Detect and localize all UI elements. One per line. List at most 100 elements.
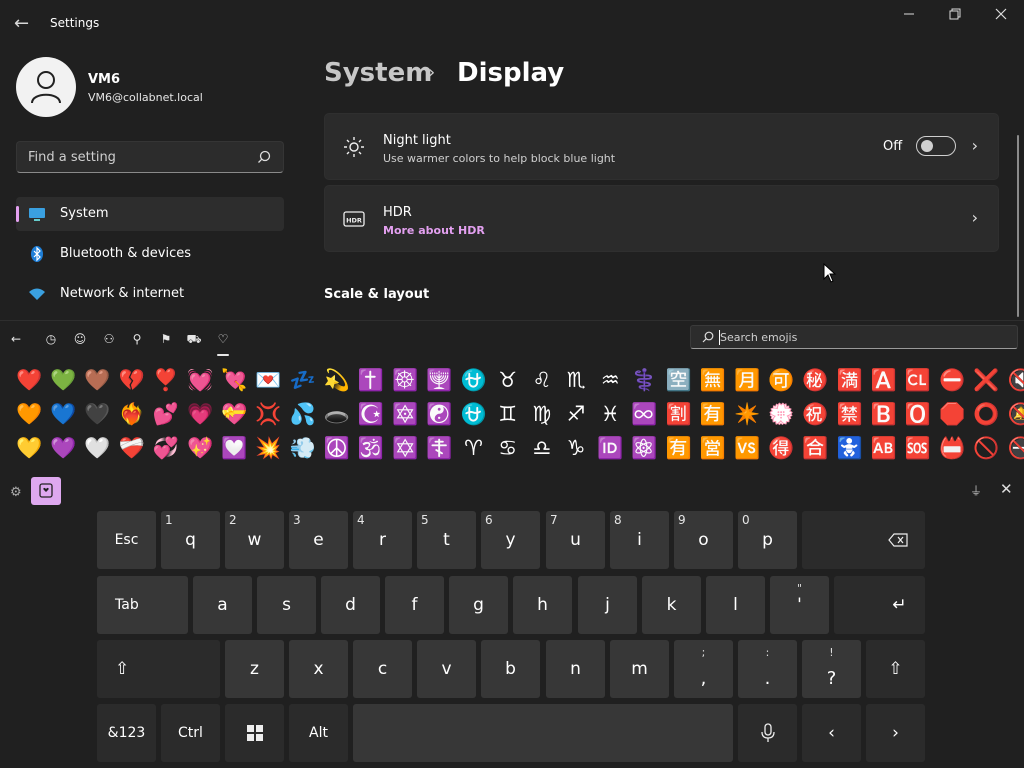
emoji-item[interactable]: 🖤 xyxy=(80,399,114,429)
smiley-icon[interactable]: ☺ xyxy=(71,330,89,348)
emoji-item[interactable]: 💓 xyxy=(183,365,217,395)
minimize-button[interactable] xyxy=(886,6,932,26)
night-light-card[interactable]: Night light Use warmer colors to help bl… xyxy=(324,113,999,180)
key-shift-right[interactable]: ⇧ xyxy=(866,640,925,698)
emoji-item[interactable]: ⚛️ xyxy=(627,433,661,463)
emoji-item[interactable]: 🔇 xyxy=(1003,365,1024,395)
emoji-item[interactable]: ♒ xyxy=(593,365,627,395)
emoji-item[interactable]: ♊ xyxy=(491,399,525,429)
emoji-item[interactable]: ♓ xyxy=(593,399,627,429)
emoji-item[interactable]: ㊙️ xyxy=(798,365,832,395)
avatar[interactable] xyxy=(16,57,76,117)
emoji-item[interactable]: 🚫 xyxy=(969,433,1003,463)
key-microphone[interactable] xyxy=(738,704,797,762)
emoji-item[interactable]: 🔕 xyxy=(1003,399,1024,429)
emoji-item[interactable]: 💘 xyxy=(217,365,251,395)
emoji-item[interactable]: 🈹 xyxy=(662,399,696,429)
key-shift-left[interactable]: ⇧ xyxy=(97,640,220,698)
emoji-item[interactable]: ⚕️ xyxy=(627,365,661,395)
key-tab[interactable]: Tab xyxy=(97,576,188,634)
key-t[interactable]: 5t xyxy=(417,511,476,569)
key-k[interactable]: k xyxy=(642,576,701,634)
key-p[interactable]: 0p xyxy=(738,511,797,569)
key-right[interactable]: › xyxy=(866,704,925,762)
emoji-item[interactable]: 💕 xyxy=(149,399,183,429)
sidebar-item-bluetooth[interactable]: Bluetooth & devices xyxy=(16,237,284,271)
food-icon[interactable]: ⚑ xyxy=(157,330,175,348)
key-backspace[interactable] xyxy=(802,511,925,569)
key-d[interactable]: d xyxy=(321,576,380,634)
emoji-item[interactable]: 🔯 xyxy=(388,399,422,429)
key-comma[interactable]: ;, xyxy=(674,640,733,698)
emoji-item[interactable]: 💟 xyxy=(217,433,251,463)
emoji-item[interactable]: ⛔ xyxy=(935,365,969,395)
scrollbar[interactable] xyxy=(1017,135,1019,317)
emoji-item[interactable]: 🈴 xyxy=(798,433,832,463)
find-setting-input[interactable]: Find a setting xyxy=(16,141,284,173)
settings-gear-icon[interactable]: ⚙ xyxy=(10,485,22,500)
emoji-item[interactable]: ☯️ xyxy=(422,399,456,429)
recent-icon[interactable]: ◷ xyxy=(42,330,60,348)
people-icon[interactable]: ⚇ xyxy=(100,330,118,348)
key-symbols[interactable]: &123 xyxy=(97,704,156,762)
emoji-item[interactable]: ✝️ xyxy=(354,365,388,395)
key-m[interactable]: m xyxy=(610,640,669,698)
sidebar-item-system[interactable]: System xyxy=(16,197,284,231)
emoji-item[interactable]: 🕎 xyxy=(422,365,456,395)
emoji-item[interactable]: ☪️ xyxy=(354,399,388,429)
celebration-icon[interactable]: ⚲ xyxy=(128,330,146,348)
emoji-item[interactable]: 🧡 xyxy=(12,399,46,429)
emoji-item[interactable]: ♍ xyxy=(525,399,559,429)
emoji-item[interactable]: 🆔 xyxy=(593,433,627,463)
emoji-item[interactable]: ♐ xyxy=(559,399,593,429)
key-l[interactable]: l xyxy=(706,576,765,634)
emoji-item[interactable]: 🕉️ xyxy=(354,433,388,463)
emoji-item[interactable]: 🅾️ xyxy=(901,399,935,429)
emoji-item[interactable]: 💤 xyxy=(286,365,320,395)
key-q[interactable]: 1q xyxy=(161,511,220,569)
key-enter[interactable]: ↵ xyxy=(834,576,925,634)
emoji-item[interactable]: ✡️ xyxy=(388,433,422,463)
night-light-toggle[interactable] xyxy=(916,136,956,156)
key-r[interactable]: 4r xyxy=(353,511,412,569)
sidebar-item-network[interactable]: Network & internet xyxy=(16,277,284,311)
emoji-item[interactable]: ㊗️ xyxy=(798,399,832,429)
key-apostrophe[interactable]: " ' xyxy=(770,576,829,634)
emoji-item[interactable]: 🉑 xyxy=(764,365,798,395)
emoji-item[interactable]: 🉐 xyxy=(764,433,798,463)
emoji-item[interactable]: 💨 xyxy=(286,433,320,463)
emoji-item[interactable]: ❌ xyxy=(969,365,1003,395)
emoji-item[interactable]: ❤️‍🔥 xyxy=(115,399,149,429)
emoji-item[interactable]: 🆚 xyxy=(730,433,764,463)
emoji-item[interactable]: ♉ xyxy=(491,365,525,395)
emoji-item[interactable]: 🈶 xyxy=(662,433,696,463)
emoji-item[interactable]: ❤️ xyxy=(12,365,46,395)
emoji-item[interactable]: 💦 xyxy=(286,399,320,429)
emoji-item[interactable]: 🕳️ xyxy=(320,399,354,429)
emoji-item[interactable]: 🈚 xyxy=(696,365,730,395)
emoji-item[interactable]: 💞 xyxy=(149,433,183,463)
key-e[interactable]: 3e xyxy=(289,511,348,569)
emoji-search-input[interactable]: Search emojis xyxy=(690,325,1018,349)
emoji-item[interactable]: 💗 xyxy=(183,399,217,429)
close-button[interactable] xyxy=(978,6,1024,26)
back-arrow-icon[interactable]: ← xyxy=(14,14,34,34)
emoji-item[interactable]: 🈺 xyxy=(696,433,730,463)
emoji-item[interactable]: 🈵 xyxy=(833,365,867,395)
emoji-item[interactable]: ⛎ xyxy=(456,365,490,395)
key-n[interactable]: n xyxy=(546,640,605,698)
emoji-item[interactable]: 🆎 xyxy=(867,433,901,463)
key-left[interactable]: ‹ xyxy=(802,704,861,762)
key-f[interactable]: f xyxy=(385,576,444,634)
key-alt[interactable]: Alt xyxy=(289,704,348,762)
emoji-keyboard-button[interactable] xyxy=(31,477,61,505)
emoji-item[interactable]: ♋ xyxy=(491,433,525,463)
dock-icon[interactable]: ⏚ xyxy=(970,482,982,499)
emoji-item[interactable]: ❣️ xyxy=(149,365,183,395)
emoji-item[interactable]: 💙 xyxy=(46,399,80,429)
emoji-item[interactable]: ♾️ xyxy=(627,399,661,429)
breadcrumb-parent[interactable]: System xyxy=(324,58,432,88)
emoji-item[interactable]: ☮️ xyxy=(320,433,354,463)
emoji-item[interactable]: ♏ xyxy=(559,365,593,395)
emoji-item[interactable]: 🅰️ xyxy=(867,365,901,395)
